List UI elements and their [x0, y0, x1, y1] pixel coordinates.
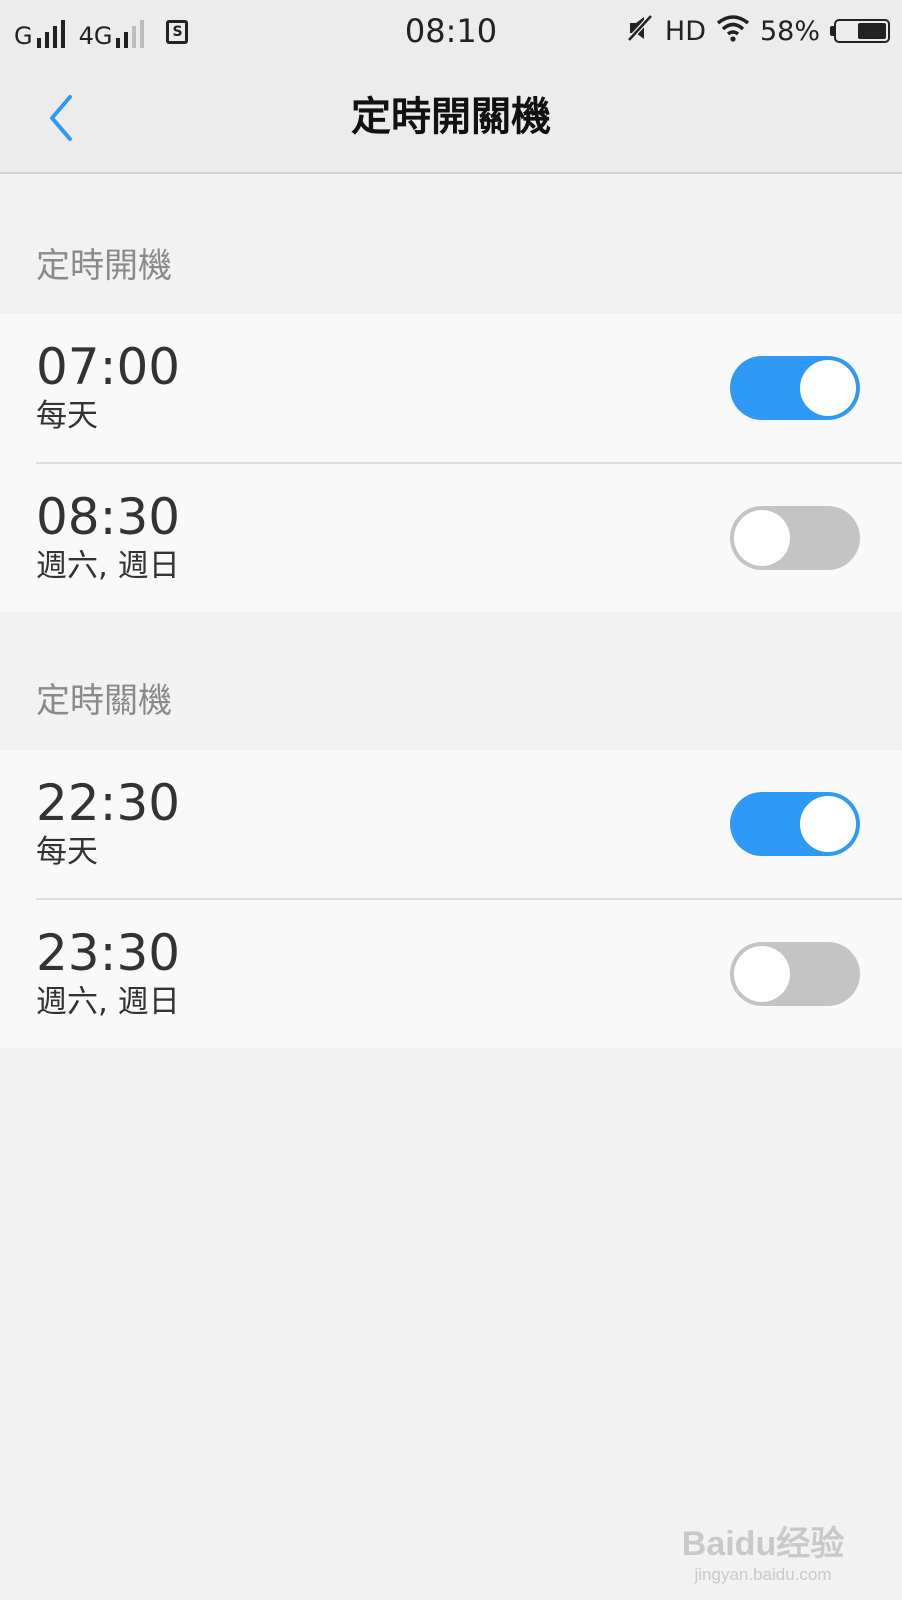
watermark-logo: Baidu经验 [681, 1525, 845, 1563]
battery-level-fill [858, 23, 886, 39]
list-item[interactable]: 23:30 週六, 週日 [36, 898, 902, 1048]
power-on-list: 07:00 每天 08:30 週六, 週日 [0, 314, 902, 612]
schedule-repeat: 週六, 週日 [36, 548, 180, 584]
list-item[interactable]: 07:00 每天 [0, 314, 902, 462]
wifi-icon [716, 13, 750, 50]
list-item[interactable]: 08:30 週六, 週日 [36, 462, 902, 612]
power-off-list: 22:30 每天 23:30 週六, 週日 [0, 750, 902, 1048]
baidu-jingyan-watermark: Baidu经验 jingyan.baidu.com [668, 1524, 858, 1586]
list-item[interactable]: 22:30 每天 [0, 750, 902, 898]
schedule-time: 22:30 [36, 774, 181, 832]
watermark-url: jingyan.baidu.com [694, 1565, 832, 1584]
schedule-time: 08:30 [36, 488, 181, 546]
section-header-power-off: 定時關機 [36, 681, 172, 721]
toggle-knob [734, 946, 790, 1002]
battery-icon [830, 19, 890, 43]
hd-indicator: HD [664, 15, 706, 47]
schedule-time: 23:30 [36, 924, 181, 982]
schedule-toggle[interactable] [730, 942, 860, 1006]
schedule-toggle[interactable] [730, 356, 860, 420]
status-right-group: HD 58% [625, 12, 890, 50]
schedule-time: 07:00 [36, 338, 181, 396]
title-bar: 定時開關機 [0, 62, 902, 174]
page-title: 定時開關機 [351, 94, 551, 140]
schedule-toggle[interactable] [730, 792, 860, 856]
toggle-knob [734, 510, 790, 566]
toggle-knob [800, 796, 856, 852]
status-bar: G 4G S 08:10 HD 58% [0, 0, 902, 62]
schedule-repeat: 每天 [36, 834, 98, 870]
battery-percentage: 58% [759, 15, 820, 47]
schedule-toggle[interactable] [730, 506, 860, 570]
section-header-power-on: 定時開機 [36, 246, 172, 286]
toggle-knob [800, 360, 856, 416]
mute-icon [625, 13, 655, 50]
schedule-repeat: 週六, 週日 [36, 984, 180, 1020]
schedule-repeat: 每天 [36, 398, 98, 434]
